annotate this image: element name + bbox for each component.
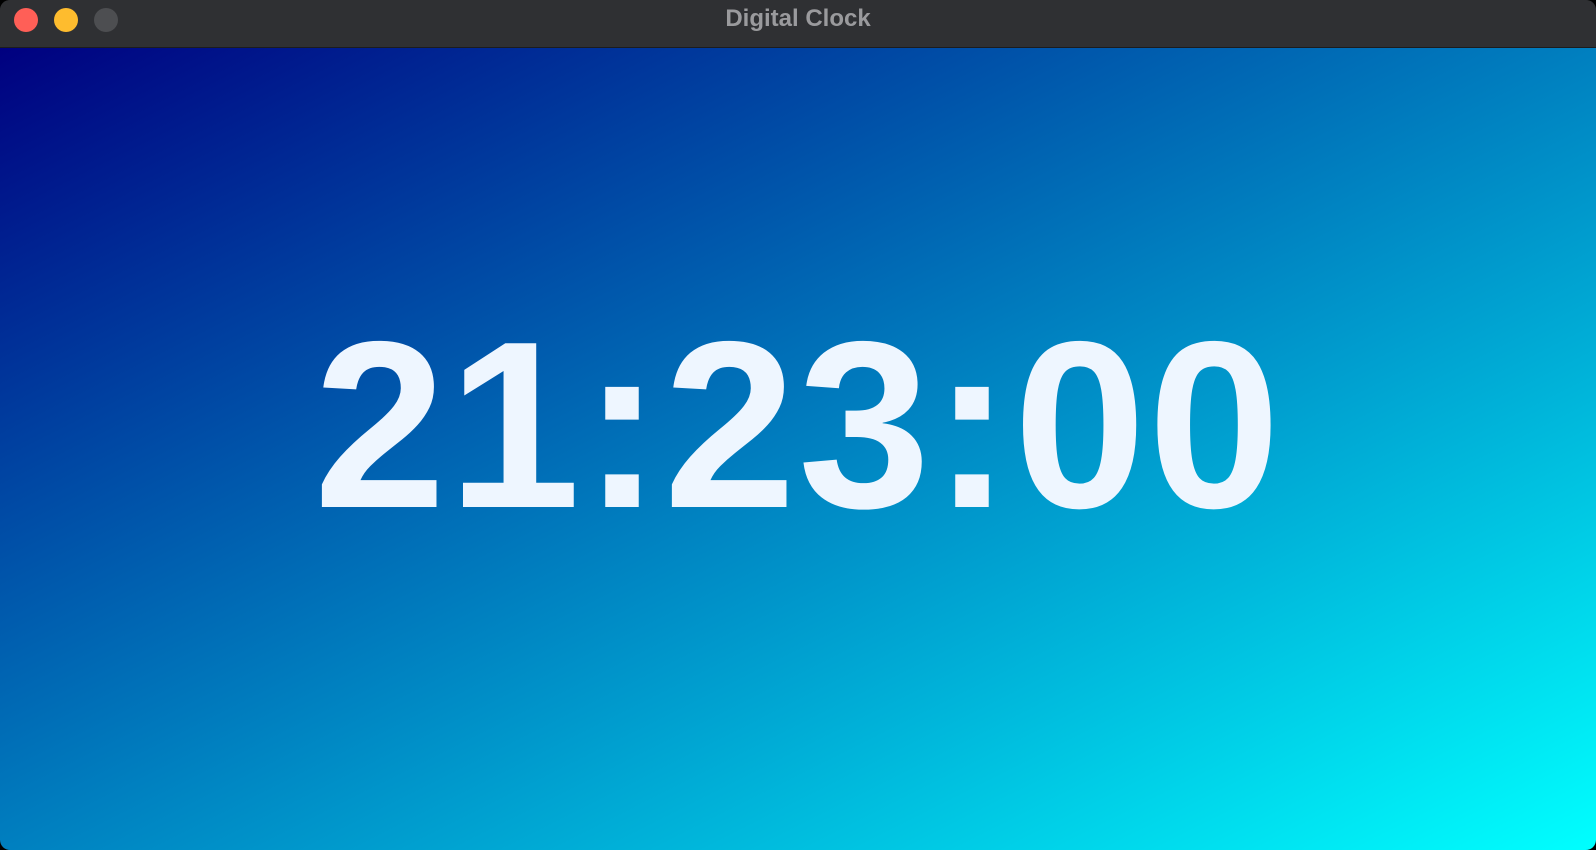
clock-time: 21:23:00 [313, 293, 1283, 558]
clock-container: 21:23:00 [0, 48, 1596, 850]
window-title: Digital Clock [725, 5, 871, 32]
app-window: Digital Clock 21:23:00 [0, 0, 1596, 850]
clock-background: 21:23:00 [0, 48, 1596, 850]
title-bar[interactable]: Digital Clock [0, 0, 1596, 48]
